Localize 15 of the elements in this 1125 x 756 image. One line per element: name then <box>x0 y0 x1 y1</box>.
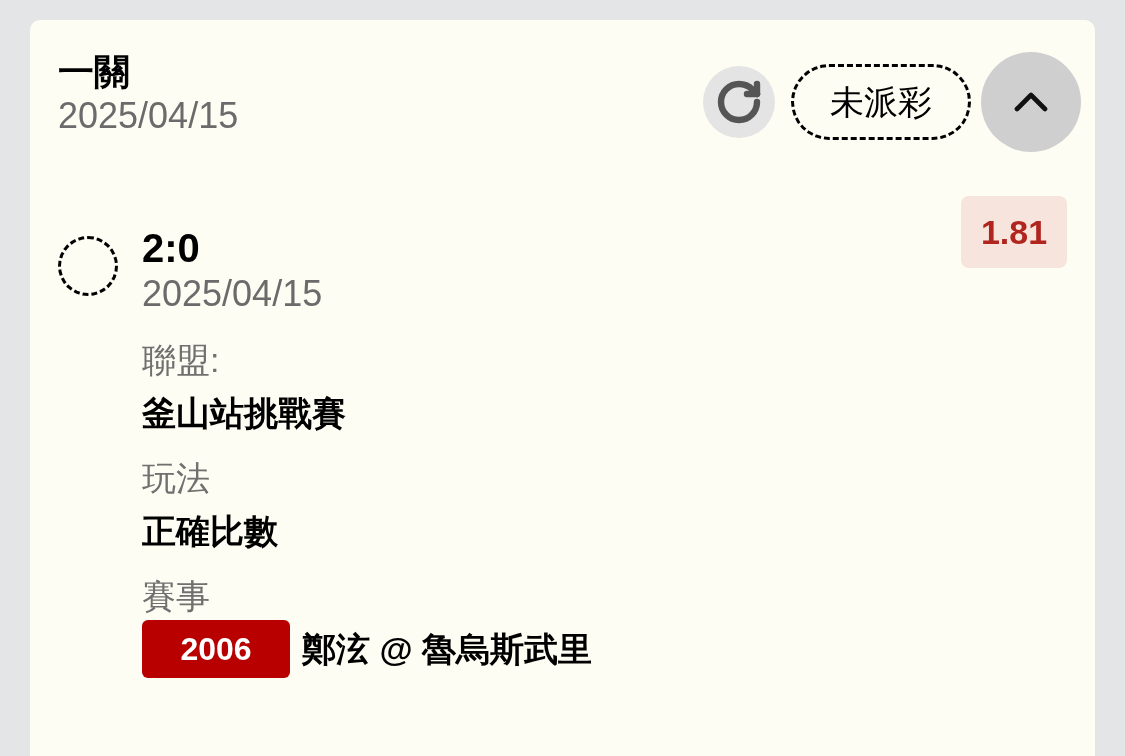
field-value: 鄭泫 @ 魯烏斯武里 <box>302 629 593 670</box>
status-tag: 未派彩 <box>791 64 971 140</box>
refresh-icon <box>715 78 763 126</box>
field-value: 正確比數 <box>142 511 278 552</box>
field-label: 玩法 <box>142 458 211 499</box>
selection-radio[interactable] <box>58 236 118 296</box>
field-label: 聯盟: <box>142 340 221 381</box>
field-label: 賽事 <box>142 576 211 617</box>
selection-date: 2025/04/15 <box>142 272 323 316</box>
bet-title: 一關 <box>58 50 131 94</box>
bet-date: 2025/04/15 <box>58 94 239 138</box>
field-value: 釜山站挑戰賽 <box>142 393 346 434</box>
match-number-badge: 2006 <box>142 620 290 678</box>
score: 2:0 <box>142 225 201 272</box>
odds-badge: 1.81 <box>961 196 1067 268</box>
